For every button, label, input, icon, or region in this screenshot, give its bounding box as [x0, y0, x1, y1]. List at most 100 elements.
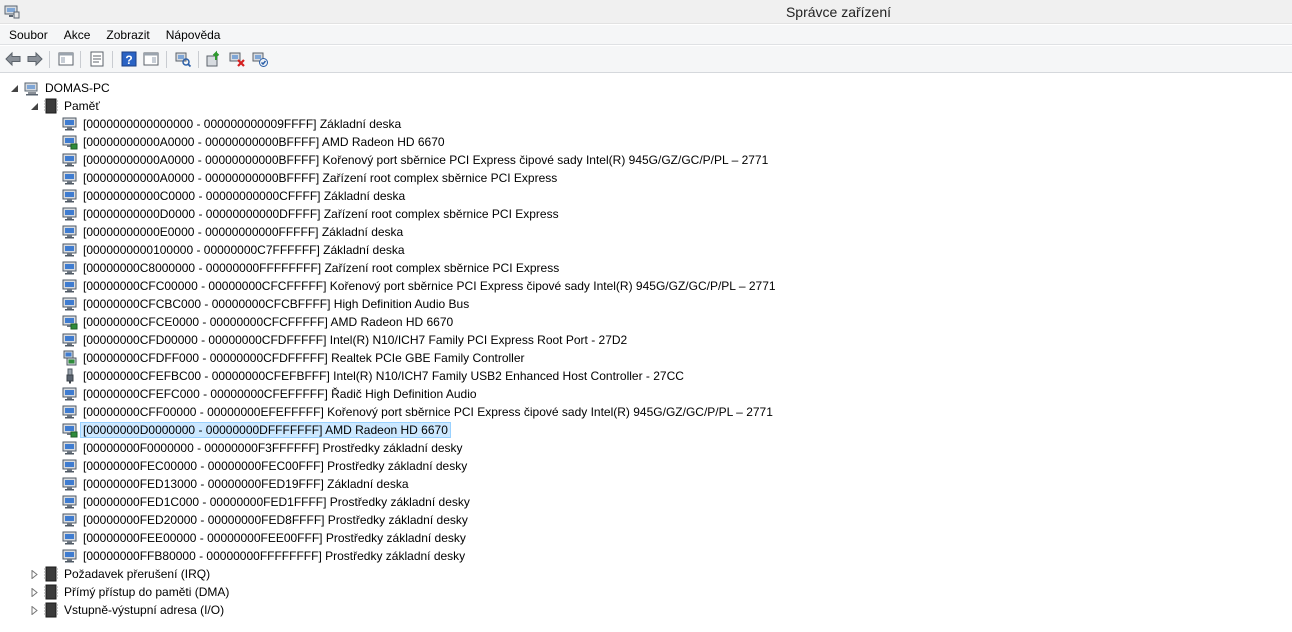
system-device-icon	[62, 206, 78, 222]
system-device-icon	[62, 476, 78, 492]
tree-label-resource: [00000000000D0000 - 00000000000DFFFF] Za…	[83, 207, 559, 221]
tree-label-resource: [00000000FEE00000 - 00000000FEE00FFF] Pr…	[83, 531, 466, 545]
tree-label-resource: [00000000C8000000 - 00000000FFFFFFFF] Za…	[83, 261, 560, 275]
update-driver-icon[interactable]	[205, 50, 223, 68]
tree-node-resource[interactable]: [00000000000C0000 - 00000000000CFFFF] Zá…	[0, 187, 1292, 205]
toolbar-separator	[112, 51, 113, 68]
back-arrow-icon[interactable]	[4, 50, 22, 68]
tree-node-category[interactable]: Přímý přístup do paměti (DMA)	[0, 583, 1292, 601]
system-device-icon	[62, 224, 78, 240]
tree-label-resource: [00000000000A0000 - 00000000000BFFFF] Za…	[83, 171, 558, 185]
tree-node-resource[interactable]: [00000000FED1C000 - 00000000FED1FFFF] Pr…	[0, 493, 1292, 511]
tree-label-resource: [00000000F0000000 - 00000000F3FFFFFF] Pr…	[83, 441, 463, 455]
tree-node-resource[interactable]: [00000000FED20000 - 00000000FED8FFFF] Pr…	[0, 511, 1292, 529]
tree-node-resource[interactable]: [00000000FEE00000 - 00000000FEE00FFF] Pr…	[0, 529, 1292, 547]
device-tree[interactable]: DOMAS-PC Paměť [0000000000000000 - 00000…	[0, 76, 1292, 632]
tree-node-category[interactable]: Požadavek přerušení (IRQ)	[0, 565, 1292, 583]
tree-node-resource[interactable]: [00000000000A0000 - 00000000000BFFFF] Ko…	[0, 151, 1292, 169]
network-adapter-icon	[62, 350, 78, 366]
expanded-arrow-icon[interactable]	[30, 102, 39, 111]
console-tree-icon[interactable]	[57, 50, 75, 68]
system-device-icon	[62, 170, 78, 186]
forward-arrow-icon[interactable]	[26, 50, 44, 68]
system-device-icon	[62, 530, 78, 546]
tree-label-resource: [00000000000A0000 - 00000000000BFFFF] Ko…	[83, 153, 769, 167]
menu-bar: Soubor Akce Zobrazit Nápověda	[0, 25, 1292, 45]
tree-label-resource: [00000000FED1C000 - 00000000FED1FFFF] Pr…	[83, 495, 470, 509]
tree-node-resource[interactable]: [00000000000A0000 - 00000000000BFFFF] Za…	[0, 169, 1292, 187]
tree-label-resource: [00000000CFDFF000 - 00000000CFDFFFFF] Re…	[83, 351, 525, 365]
memory-chip-icon	[44, 98, 58, 114]
system-device-icon	[62, 152, 78, 168]
tree-label-category: Požadavek přerušení (IRQ)	[64, 567, 211, 581]
memory-chip-icon	[43, 602, 59, 618]
tree-node-resource[interactable]: [00000000CFDFF000 - 00000000CFDFFFFF] Re…	[0, 349, 1292, 367]
tree-label-resource: [00000000CFCE0000 - 00000000CFCFFFFF] AM…	[83, 315, 454, 329]
system-device-icon	[62, 260, 78, 276]
system-device-icon	[62, 386, 78, 402]
tree-label-resource: [00000000FED13000 - 00000000FED19FFF] Zá…	[83, 477, 409, 491]
tree-node-resource[interactable]: [00000000D0000000 - 00000000DFFFFFFF] AM…	[0, 421, 1292, 439]
tree-node-resource[interactable]: [00000000CFC00000 - 00000000CFCFFFFF] Ko…	[0, 277, 1292, 295]
tree-label-memory: Paměť	[64, 99, 100, 113]
tree-label-resource: [00000000FED20000 - 00000000FED8FFFF] Pr…	[83, 513, 468, 527]
tree-node-resource[interactable]: [00000000C8000000 - 00000000FFFFFFFF] Za…	[0, 259, 1292, 277]
toolbar-separator	[166, 51, 167, 68]
tree-node-resource[interactable]: [00000000FEC00000 - 00000000FEC00FFF] Pr…	[0, 457, 1292, 475]
tree-node-resource[interactable]: [00000000CFD00000 - 00000000CFDFFFFF] In…	[0, 331, 1292, 349]
tree-node-resource[interactable]: [0000000000000000 - 000000000009FFFF] Zá…	[0, 115, 1292, 133]
system-device-icon	[62, 242, 78, 258]
scan-hardware-icon[interactable]	[174, 50, 192, 68]
menu-file[interactable]: Soubor	[0, 25, 56, 45]
tree-label-resource-selected: [00000000D0000000 - 00000000DFFFFFFF] AM…	[80, 422, 451, 438]
display-adapter-icon	[62, 314, 78, 330]
enable-device-icon[interactable]	[251, 50, 269, 68]
menu-view[interactable]: Zobrazit	[98, 25, 157, 45]
tree-node-resource[interactable]: [00000000CFCE0000 - 00000000CFCFFFFF] AM…	[0, 313, 1292, 331]
toolbar: ?	[0, 46, 1292, 73]
toolbar-separator	[198, 51, 199, 68]
toolbar-separator	[49, 51, 50, 68]
title-bar: Správce zařízení	[0, 0, 1292, 24]
tree-node-resource[interactable]: [00000000CFF00000 - 00000000EFEFFFFF] Ko…	[0, 403, 1292, 421]
menu-help[interactable]: Nápověda	[158, 25, 229, 45]
system-device-icon	[62, 188, 78, 204]
computer-icon	[24, 82, 38, 96]
display-adapter-icon	[62, 422, 78, 438]
menu-action[interactable]: Akce	[56, 25, 99, 45]
collapsed-arrow-icon[interactable]	[30, 588, 39, 597]
system-device-icon	[62, 494, 78, 510]
tree-label-resource: [00000000CFEFC000 - 00000000CFEFFFFF] Řa…	[83, 387, 477, 401]
tree-node-resource[interactable]: [00000000F0000000 - 00000000F3FFFFFF] Pr…	[0, 439, 1292, 457]
tree-label-resource: [00000000000A0000 - 00000000000BFFFF] AM…	[83, 135, 445, 149]
tree-node-resource[interactable]: [00000000FFB80000 - 00000000FFFFFFFF] Pr…	[0, 547, 1292, 565]
tree-node-resource[interactable]: [00000000000E0000 - 00000000000FFFFF] Zá…	[0, 223, 1292, 241]
tree-label-category: Přímý přístup do paměti (DMA)	[64, 585, 230, 599]
tree-label-resource: [00000000CFD00000 - 00000000CFDFFFFF] In…	[83, 333, 628, 347]
expanded-arrow-icon[interactable]	[10, 84, 19, 93]
collapsed-arrow-icon[interactable]	[30, 606, 39, 615]
action-pane-icon[interactable]	[142, 50, 160, 68]
tree-node-category[interactable]: Vstupně-výstupní adresa (I/O)	[0, 601, 1292, 619]
tree-node-resource[interactable]: [00000000FED13000 - 00000000FED19FFF] Zá…	[0, 475, 1292, 493]
uninstall-device-icon[interactable]	[228, 50, 246, 68]
tree-node-resource[interactable]: [00000000000D0000 - 00000000000DFFFF] Za…	[0, 205, 1292, 223]
system-device-icon	[62, 548, 78, 564]
tree-label-resource: [00000000CFF00000 - 00000000EFEFFFFF] Ko…	[83, 405, 773, 419]
system-device-icon	[62, 332, 78, 348]
help-icon[interactable]: ?	[120, 50, 138, 68]
tree-label-resource: [0000000000000000 - 000000000009FFFF] Zá…	[83, 117, 402, 131]
tree-label-resource: [00000000000E0000 - 00000000000FFFFF] Zá…	[83, 225, 404, 239]
tree-node-root[interactable]: DOMAS-PC	[0, 79, 1292, 97]
properties-icon[interactable]	[88, 50, 106, 68]
tree-label-resource: [00000000CFCBC000 - 00000000CFCBFFFF] Hi…	[83, 297, 470, 311]
tree-node-resource[interactable]: [00000000CFEFC000 - 00000000CFEFFFFF] Řa…	[0, 385, 1292, 403]
tree-node-memory[interactable]: Paměť	[0, 97, 1292, 115]
tree-node-resource[interactable]: [00000000CFCBC000 - 00000000CFCBFFFF] Hi…	[0, 295, 1292, 313]
tree-node-resource[interactable]: [0000000000100000 - 00000000C7FFFFFF] Zá…	[0, 241, 1292, 259]
toolbar-separator	[80, 51, 81, 68]
tree-node-resource[interactable]: [00000000000A0000 - 00000000000BFFFF] AM…	[0, 133, 1292, 151]
collapsed-arrow-icon[interactable]	[30, 570, 39, 579]
tree-node-resource[interactable]: [00000000CFEFBC00 - 00000000CFEFBFFF] In…	[0, 367, 1292, 385]
tree-label-resource: [00000000CFC00000 - 00000000CFCFFFFF] Ko…	[83, 279, 776, 293]
